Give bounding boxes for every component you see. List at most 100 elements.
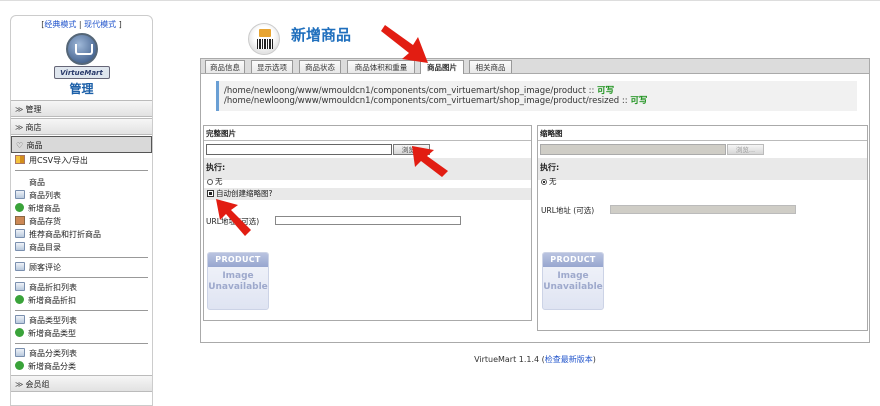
admin-sidebar: [经典模式 | 现代模式 ] VirtueMart 管理 ≫ 管理 ≫ 商店 ♡…	[10, 15, 153, 406]
item-label: 新增商品分类	[28, 362, 76, 371]
full-image-radio-none[interactable]: 无	[204, 176, 531, 188]
full-image-url-label: URL地址 (可选)	[206, 217, 260, 226]
sidebar-section-products[interactable]: ♡ 商品	[11, 136, 152, 153]
sidebar-section-store[interactable]: ≫ 商店	[11, 118, 152, 135]
tab-dimensions-weight[interactable]: 商品体积和重量	[347, 60, 415, 73]
tab-product-info[interactable]: 商品信息	[205, 60, 245, 73]
placeholder-line1: Image	[222, 271, 254, 281]
sidebar-item-category-list[interactable]: 商品分类列表	[11, 347, 152, 360]
chevron-right-icon: ≫	[15, 380, 24, 389]
full-image-url-input[interactable]	[275, 216, 461, 225]
divider	[15, 170, 148, 171]
auto-thumbnail-checkbox[interactable]: 自动创建缩略图?	[204, 188, 531, 200]
tab-product-images[interactable]: 商品图片	[420, 60, 464, 74]
page-frame: [经典模式 | 现代模式 ] VirtueMart 管理 ≫ 管理 ≫ 商店 ♡…	[0, 0, 880, 406]
item-label: 新增商品	[28, 204, 60, 213]
divider	[15, 277, 148, 278]
sidebar-item-add-category[interactable]: 新增商品分类	[11, 360, 152, 373]
sidebar-section-members[interactable]: ≫ 会员组	[11, 375, 152, 392]
product-barcode-icon	[248, 23, 280, 55]
images-tab-content: /home/newloong/www/wmouldcn1/components/…	[200, 74, 870, 343]
radio-label: 无	[215, 177, 223, 186]
add-icon	[15, 361, 24, 370]
sidebar-item-add-discount[interactable]: 新增商品折扣	[11, 294, 152, 307]
check-update-link[interactable]: 检查最新版本	[545, 355, 593, 364]
item-label: 商品存货	[29, 217, 61, 226]
list-icon	[15, 242, 25, 251]
placeholder-header: PRODUCT	[208, 253, 268, 267]
thumbnail-url-input[interactable]	[610, 205, 796, 214]
classic-mode-link[interactable]: 经典模式	[44, 20, 76, 29]
logo-text: VirtueMart	[53, 66, 110, 79]
sidebar-item-type-list[interactable]: 商品类型列表	[11, 314, 152, 327]
item-label: 顾客评论	[29, 263, 61, 272]
resized-image-path: /home/newloong/www/wmouldcn1/components/…	[224, 96, 631, 106]
full-image-header: 完整图片	[204, 126, 531, 141]
item-label: 商品折扣列表	[29, 283, 77, 292]
item-label: 商品列表	[29, 191, 61, 200]
virtuemart-logo: VirtueMart	[11, 33, 152, 81]
placeholder-line1: Image	[557, 271, 589, 281]
radio-label: 无	[549, 177, 557, 186]
sidebar-item-featured[interactable]: 推荐商品和打折商品	[11, 228, 152, 241]
tab-display-options[interactable]: 显示选项	[251, 60, 293, 73]
tab-bar: 商品信息 显示选项 商品状态 商品体积和重量 商品图片 相关商品	[200, 58, 870, 74]
full-image-file-input[interactable]	[206, 144, 392, 155]
mode-separator: |	[76, 20, 85, 29]
divider	[15, 310, 148, 311]
checkbox-icon	[207, 190, 214, 197]
item-label: 商品类型列表	[29, 316, 77, 325]
sidebar-item-inventory[interactable]: 商品存货	[11, 215, 152, 228]
item-label: 推荐商品和打折商品	[29, 230, 101, 239]
thumbnail-file-input[interactable]	[540, 144, 726, 155]
sidebar-item-add-type[interactable]: 新增商品类型	[11, 327, 152, 340]
chevron-right-icon: ≫	[15, 105, 24, 114]
placeholder-header: PRODUCT	[543, 253, 603, 267]
tab-related-products[interactable]: 相关商品	[469, 60, 512, 73]
writable-status: 可写	[630, 96, 648, 106]
list-icon	[15, 282, 25, 291]
add-icon	[15, 295, 24, 304]
tab-product-status[interactable]: 商品状态	[299, 60, 341, 73]
page-header: 新增商品	[200, 15, 870, 55]
item-label: 商品目录	[29, 243, 61, 252]
product-image-placeholder: PRODUCT Image Unavailable	[207, 252, 269, 310]
list-icon	[15, 315, 25, 324]
item-label: 新增商品类型	[28, 329, 76, 338]
full-image-browse-button[interactable]: 浏览...	[393, 144, 430, 155]
sidebar-item-catalog[interactable]: 商品目录	[11, 241, 152, 254]
placeholder-line2: Unavailable	[543, 282, 603, 292]
divider	[15, 343, 148, 344]
inventory-icon	[15, 216, 25, 225]
image-path-info: /home/newloong/www/wmouldcn1/components/…	[216, 81, 857, 111]
full-image-panel: 完整图片 浏览... 执行: 无 自动创建缩略图? URL地址 (可选) PRO…	[203, 125, 532, 321]
list-icon	[15, 190, 25, 199]
sidebar-item-product-list[interactable]: 商品列表	[11, 189, 152, 202]
list-icon	[15, 229, 25, 238]
thumbnail-browse-button[interactable]: 浏览...	[727, 144, 764, 155]
admin-title: 管理	[69, 82, 94, 96]
add-icon	[15, 328, 24, 337]
section-label: 会员组	[25, 380, 50, 389]
radio-icon	[207, 179, 213, 185]
writable-status: 可写	[597, 86, 615, 96]
section-label: 管理	[25, 105, 42, 114]
thumbnail-radio-none[interactable]: 无	[538, 176, 867, 188]
footer-paren: )	[592, 355, 596, 364]
radio-icon	[541, 179, 547, 185]
item-label: 新增商品折扣	[28, 296, 76, 305]
thumbnail-panel: 缩略图 浏览... 执行: 无 URL地址 (可选) PRODUCT Image…	[537, 125, 868, 331]
sidebar-section-admin[interactable]: ≫ 管理	[11, 100, 152, 117]
divider	[15, 257, 148, 258]
shopping-cart-icon	[65, 33, 98, 65]
sidebar-item-csv[interactable]: 用CSV导入/导出	[11, 154, 152, 167]
sidebar-item-add-product[interactable]: 新增商品	[11, 202, 152, 215]
sidebar-item-reviews[interactable]: 顾客评论	[11, 261, 152, 274]
section-label: 商品	[26, 141, 43, 150]
modern-mode-link[interactable]: 现代模式	[84, 20, 116, 29]
version-text: VirtueMart 1.1.4 (	[474, 355, 545, 364]
section-label: 商店	[25, 123, 42, 132]
sidebar-item-discount-list[interactable]: 商品折扣列表	[11, 281, 152, 294]
mode-switch: [经典模式 | 现代模式 ]	[11, 19, 152, 30]
list-icon	[15, 348, 25, 357]
